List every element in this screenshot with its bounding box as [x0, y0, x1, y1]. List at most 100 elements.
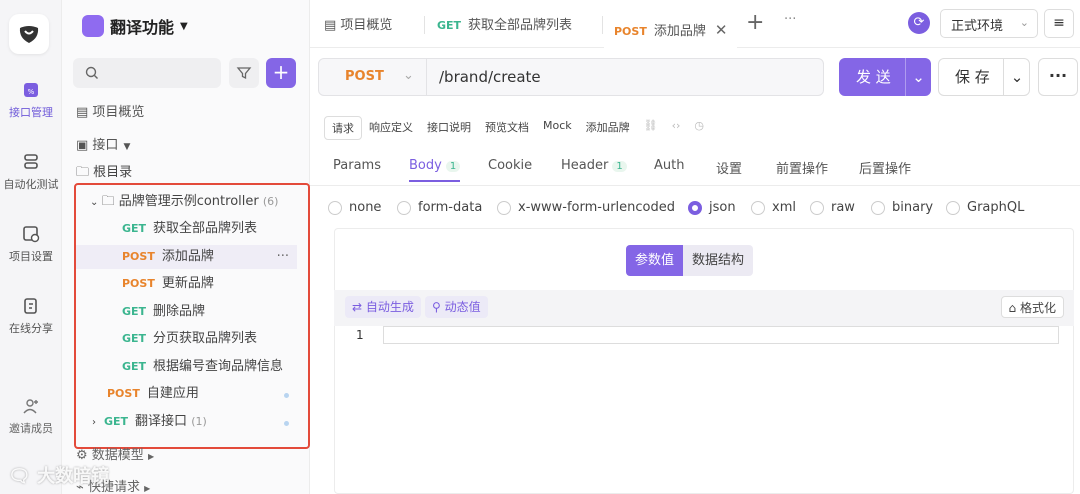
rail-item-share[interactable]: 在线分享 — [0, 296, 62, 336]
auto-generate-label: 自动生成 — [365, 300, 414, 314]
radio-label: none — [349, 200, 382, 215]
subtab-response[interactable]: 响应定义 — [362, 116, 420, 140]
svg-text:%: % — [28, 88, 35, 96]
tab-header[interactable]: Header 1 — [561, 158, 627, 173]
tab-label: 项目概览 — [340, 18, 393, 33]
code-icon[interactable]: ‹› — [665, 116, 688, 140]
subtab-mock[interactable]: Mock — [536, 116, 579, 140]
body-type-urlencoded[interactable]: x-www-form-urlencoded — [497, 200, 675, 215]
api-icon: % — [24, 83, 38, 97]
sidebar-item-overview[interactable]: ▤ 项目概览 — [76, 101, 144, 125]
overview-icon: ▤ — [76, 105, 93, 120]
radio-icon — [871, 200, 885, 215]
root-label: 根目录 — [93, 165, 133, 180]
tab-overview[interactable]: ▤ 项目概览 — [324, 14, 392, 38]
body-type-raw[interactable]: raw — [810, 200, 855, 215]
doc-subtabs: 请求 响应定义 接口说明 预览文档 Mock 添加品牌 ⛓ ‹› ◷ — [324, 116, 711, 140]
rail-item-project-settings[interactable]: 项目设置 — [0, 224, 62, 264]
subtab-request[interactable]: 请求 — [324, 116, 362, 140]
method-tag: GET — [437, 19, 462, 32]
sidebar-item-root[interactable]: 🗀 根目录 — [76, 161, 132, 185]
save-label: 保 存 — [955, 68, 990, 86]
search-icon — [85, 66, 98, 79]
rail-item-label: 自动化测试 — [3, 178, 59, 191]
new-tab-icon[interactable]: + — [746, 10, 764, 35]
dynamic-value-button[interactable]: ⚲ 动态值 — [425, 296, 488, 318]
project-icon — [82, 15, 104, 37]
filter-icon — [236, 67, 252, 80]
history-icon[interactable]: ◷ — [687, 116, 711, 140]
send-label: 发 送 — [856, 68, 891, 86]
radio-label: raw — [831, 200, 855, 215]
rail-item-automation[interactable]: 自动化测试 — [0, 152, 62, 192]
tab-params[interactable]: Params — [333, 158, 381, 173]
app-logo[interactable] — [9, 14, 49, 54]
tab-pre-actions[interactable]: 前置操作 — [776, 158, 828, 177]
invite-member-icon — [23, 399, 38, 414]
send-button[interactable]: 发 送 ⌄ — [839, 58, 931, 96]
main-panel: ▤ 项目概览 GET 获取全部品牌列表 POST 添加品牌 ✕ + ··· ⟳ 正式环… — [310, 0, 1080, 494]
search-input[interactable] — [73, 58, 221, 88]
method-select[interactable]: POST ⌄ — [319, 59, 427, 95]
tab-settings[interactable]: 设置 — [716, 158, 742, 177]
save-button[interactable]: 保 存 ⌄ — [938, 58, 1030, 96]
project-switcher[interactable]: 翻译功能 ▼ — [82, 14, 188, 38]
filter-button[interactable] — [229, 58, 259, 88]
body-type-xml[interactable]: xml — [751, 200, 796, 215]
chevron-down-icon[interactable]: ⌄ — [1003, 59, 1030, 95]
refresh-icon: ⇄ — [352, 300, 366, 314]
menu-icon[interactable]: ≡ — [1044, 9, 1074, 38]
toggle-schema[interactable]: 数据结构 — [683, 245, 754, 276]
editor-toolbar: ⇄ 自动生成 ⚲ 动态值 ⌂ 格式化 — [334, 290, 1074, 326]
subtab-description[interactable]: 接口说明 — [420, 116, 478, 140]
body-type-json[interactable]: json — [688, 200, 736, 215]
radio-label: binary — [892, 200, 934, 215]
line-number: 1 — [356, 328, 364, 342]
environment-select[interactable]: 正式环境 ⌄ — [940, 9, 1038, 38]
code-editor-line[interactable] — [383, 326, 1059, 344]
tab-divider — [424, 16, 425, 34]
automation-icon — [24, 154, 38, 169]
share-icon — [24, 298, 37, 314]
chevron-down-icon: ⌄ — [1019, 16, 1029, 29]
tab-post-actions[interactable]: 后置操作 — [859, 158, 911, 177]
caret-down-icon: ▼ — [123, 142, 131, 152]
wand-icon: ⚲ — [432, 300, 445, 314]
app-window: % 接口管理 自动化测试 项目设置 在线分享 邀请成员 翻译功能 ▼ + ▤ 项… — [0, 0, 1080, 494]
body-type-graphql[interactable]: GraphQL — [946, 200, 1024, 215]
auto-generate-button[interactable]: ⇄ 自动生成 — [345, 296, 421, 318]
left-rail: % 接口管理 自动化测试 项目设置 在线分享 邀请成员 — [0, 0, 62, 494]
body-type-binary[interactable]: binary — [871, 200, 933, 215]
tab-add-brand[interactable]: POST 添加品牌 ✕ — [604, 8, 738, 48]
format-button[interactable]: ⌂ 格式化 — [1000, 296, 1064, 318]
tab-cookie[interactable]: Cookie — [488, 158, 532, 173]
close-icon[interactable]: ✕ — [715, 21, 728, 39]
rail-item-label: 接口管理 — [9, 106, 53, 119]
dynamic-value-label: 动态值 — [444, 300, 481, 314]
url-input[interactable]: /brand/create — [439, 68, 541, 86]
rail-item-invite[interactable]: 邀请成员 — [0, 396, 62, 436]
project-settings-icon — [23, 226, 40, 243]
chevron-down-icon[interactable]: ⌄ — [905, 58, 931, 96]
tab-body[interactable]: Body 1 — [409, 158, 461, 182]
method-label: POST — [345, 69, 384, 84]
link-icon[interactable]: ⛓ — [637, 116, 665, 140]
add-button[interactable]: + — [266, 58, 296, 88]
toggle-values[interactable]: 参数值 — [626, 245, 684, 276]
view-toggle: 参数值 数据结构 — [626, 245, 754, 276]
tab-get-brand-list[interactable]: GET 获取全部品牌列表 — [437, 14, 572, 38]
watermark-icon: 🗨 — [8, 466, 38, 487]
radio-label: x-www-form-urlencoded — [518, 200, 676, 215]
body-type-form-data[interactable]: form-data — [397, 200, 482, 215]
more-options-button[interactable]: ··· — [1038, 58, 1078, 96]
sidebar-section-api[interactable]: ▣ 接口 ▼ — [76, 134, 130, 158]
url-bar: POST ⌄ /brand/create — [318, 58, 824, 96]
rail-item-label: 项目设置 — [9, 250, 53, 263]
rail-item-api[interactable]: % 接口管理 — [0, 80, 62, 120]
body-type-none[interactable]: none — [328, 200, 381, 215]
more-tabs-icon[interactable]: ··· — [784, 12, 796, 36]
subtab-preview[interactable]: 预览文档 — [478, 116, 536, 140]
tab-auth[interactable]: Auth — [654, 158, 684, 173]
tab-bar: ▤ 项目概览 GET 获取全部品牌列表 POST 添加品牌 ✕ + ··· ⟳ 正式环… — [310, 0, 1080, 48]
refresh-env-icon[interactable]: ⟳ — [908, 12, 930, 34]
